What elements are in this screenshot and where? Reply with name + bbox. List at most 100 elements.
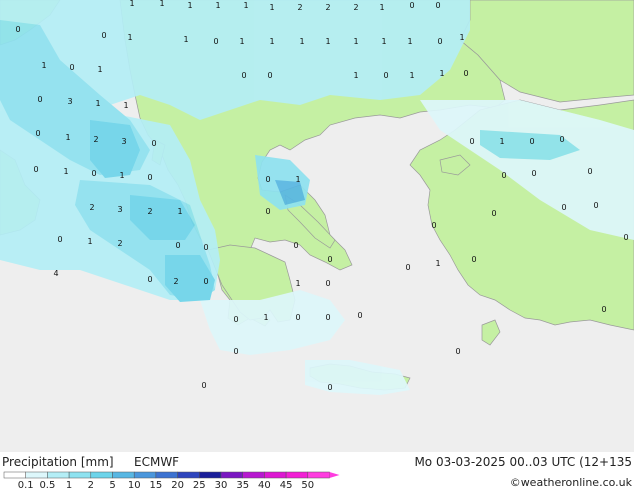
point-value-label: 0 [241, 71, 246, 80]
legend-colorbar [3, 471, 340, 479]
point-value-label: 1 [353, 71, 358, 80]
point-value-label: 1 [381, 37, 386, 46]
point-value-label: 3 [121, 137, 126, 146]
point-value-label: 0 [147, 275, 152, 284]
point-value-label: 0 [431, 221, 436, 230]
legend-swatch [220, 471, 243, 479]
point-value-label: 0 [455, 347, 460, 356]
point-value-label: 0 [405, 263, 410, 272]
point-value-label: 0 [265, 175, 270, 184]
point-value-label: 0 [491, 209, 496, 218]
point-value-label: 2 [93, 135, 98, 144]
point-value-label: 1 [439, 69, 444, 78]
legend-swatch [112, 471, 135, 479]
legend-swatch [155, 471, 178, 479]
point-value-label: 0 [101, 31, 106, 40]
point-value-label: 1 [159, 0, 164, 8]
credit: ©weatheronline.co.uk [510, 476, 633, 489]
point-value-label: 1 [299, 37, 304, 46]
point-value-label: 0 [15, 25, 20, 34]
point-value-label: 0 [325, 313, 330, 322]
point-value-label: 1 [407, 37, 412, 46]
point-value-label: 4 [53, 269, 58, 278]
point-value-label: 0 [57, 235, 62, 244]
point-value-label: 1 [177, 207, 182, 216]
point-value-label: 2 [89, 203, 94, 212]
legend-swatch [68, 471, 92, 479]
legend-swatch [25, 471, 48, 479]
point-value-label: 1 [379, 3, 384, 12]
point-value-label: 0 [327, 383, 332, 392]
point-value-label: 2 [147, 207, 152, 216]
point-value-label: 0 [69, 63, 74, 72]
point-value-label: 0 [623, 233, 628, 242]
legend-tick-label: 35 [236, 480, 249, 490]
point-value-label: 0 [267, 71, 272, 80]
legend-arrow [329, 472, 340, 478]
legend-tick-label: 5 [109, 480, 115, 490]
legend-swatch [47, 471, 70, 479]
point-value-label: 0 [37, 95, 42, 104]
point-value-label: 0 [463, 69, 468, 78]
footer: Precipitation [mm] ECMWF Mo 03-03-2025 0… [0, 452, 634, 491]
point-value-label: 0 [327, 255, 332, 264]
map-title: Precipitation [mm] [2, 455, 114, 469]
point-value-label: 1 [63, 167, 68, 176]
legend-tick-label: 10 [128, 480, 141, 490]
point-value-label: 1 [295, 279, 300, 288]
point-value-label: 0 [201, 381, 206, 390]
point-value-label: 2 [297, 3, 302, 12]
point-value-label: 0 [325, 279, 330, 288]
point-value-label: 0 [409, 1, 414, 10]
point-value-label: 0 [265, 207, 270, 216]
point-value-label: 1 [97, 65, 102, 74]
point-value-label: 0 [233, 347, 238, 356]
point-value-label: 2 [353, 3, 358, 12]
point-value-label: 0 [33, 165, 38, 174]
point-value-label: 0 [593, 201, 598, 210]
point-value-label: 1 [435, 259, 440, 268]
legend-tick-label: 50 [301, 480, 314, 490]
legend-tick-label: 2 [88, 480, 94, 490]
point-value-label: 3 [117, 205, 122, 214]
point-value-label: 1 [243, 1, 248, 10]
point-value-label: 1 [65, 133, 70, 142]
point-value-label: 0 [561, 203, 566, 212]
point-value-label: 1 [459, 33, 464, 42]
point-value-label: 0 [233, 315, 238, 324]
point-value-label: 0 [175, 241, 180, 250]
point-value-label: 0 [91, 169, 96, 178]
point-value-label: 0 [601, 305, 606, 314]
legend-swatch [264, 471, 287, 479]
point-value-label: 1 [129, 0, 134, 8]
legend-swatch [199, 471, 222, 479]
point-value-label: 0 [213, 37, 218, 46]
legend-tick-label: 40 [258, 480, 271, 490]
legend-tick-label: 20 [171, 480, 184, 490]
legend-swatch [133, 471, 157, 479]
point-value-label: 0 [531, 169, 536, 178]
point-value-label: 0 [293, 241, 298, 250]
point-value-label: 1 [41, 61, 46, 70]
point-value-label: 0 [203, 243, 208, 252]
legend-swatch [90, 471, 113, 479]
point-value-label: 1 [409, 71, 414, 80]
point-value-label: 1 [123, 101, 128, 110]
legend-tick-label: 1 [66, 480, 72, 490]
precipitation-map: 1 1 1 1 1 1 2 2 2 1 0 0 0 0 1 1 0 1 1 1 1 1 1 1 1 0 1 0 1 0 0 1 0 1 1 0 0 3 1 1… [0, 0, 634, 472]
point-value-label: 1 [87, 237, 92, 246]
legend-swatch [177, 471, 200, 479]
point-value-label: 0 [471, 255, 476, 264]
point-value-label: 1 [187, 1, 192, 10]
point-value-label: 0 [529, 137, 534, 146]
point-value-label: 1 [239, 37, 244, 46]
legend-tick-label: 45 [280, 480, 293, 490]
legend-tick-labels: 0.1 0.5 1 2 5 10 15 20 25 30 35 40 45 50 [18, 480, 314, 491]
legend-swatch [242, 471, 265, 479]
legend-swatch [285, 471, 309, 479]
point-value-label: 0 [357, 311, 362, 320]
point-value-label: 0 [151, 139, 156, 148]
point-value-label: 0 [383, 71, 388, 80]
point-value-label: 0 [559, 135, 564, 144]
legend-tick-label: 15 [150, 480, 163, 490]
